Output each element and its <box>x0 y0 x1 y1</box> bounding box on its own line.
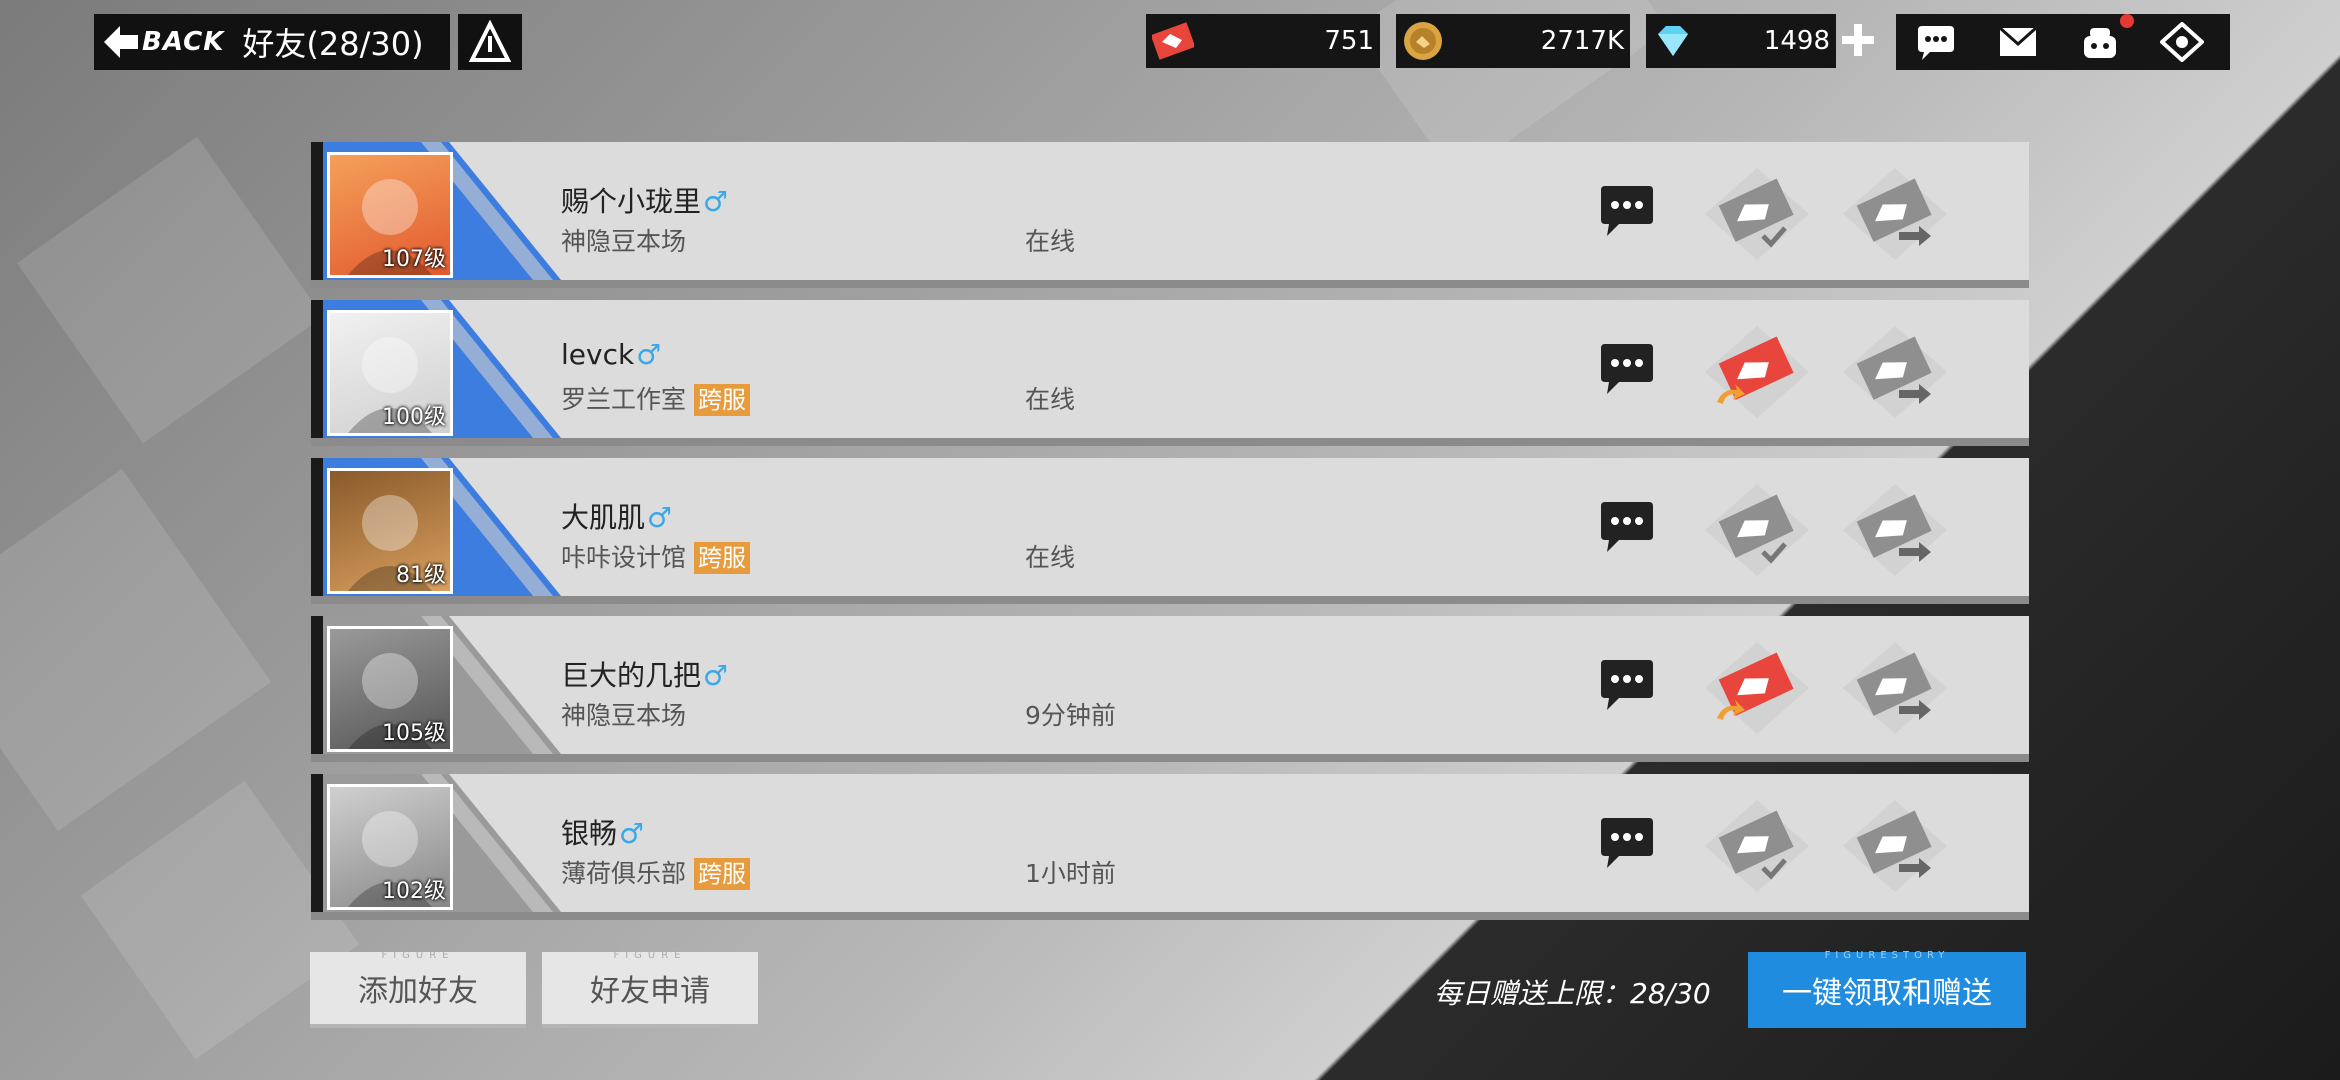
friend-row[interactable]: 107级 赐个小珑里♂ 神隐豆本场 在线 <box>311 142 2029 288</box>
handshake-icon <box>1152 22 1194 60</box>
avatar[interactable]: 102级 <box>327 784 453 910</box>
back-arrow-icon <box>104 26 138 58</box>
friend-name-text: 巨大的几把 <box>561 659 702 692</box>
info-button[interactable] <box>458 14 522 70</box>
diamond-value: 1498 <box>1763 26 1830 56</box>
avatar[interactable]: 81级 <box>327 468 453 594</box>
male-icon: ♂ <box>703 185 729 218</box>
gold-value: 2717K <box>1540 26 1624 56</box>
gold-coins: 2717K <box>1396 14 1630 68</box>
add-friend-label: 添加好友 <box>358 974 478 1009</box>
chat-bubble-icon[interactable] <box>1597 816 1657 872</box>
friend-name-text: 赐个小珑里 <box>561 185 702 218</box>
receive-gift-button[interactable] <box>1701 796 1813 896</box>
online-status: 在线 <box>1025 227 1076 256</box>
button-subtitle: FIGURESTORY <box>1824 950 1950 961</box>
chat-bubble-icon[interactable] <box>1597 342 1657 398</box>
notification-dot <box>2120 14 2134 28</box>
online-status: 在线 <box>1025 543 1076 572</box>
receive-gift-button[interactable] <box>1701 164 1813 264</box>
friend-level: 100级 <box>382 405 446 430</box>
friend-name-text: levck <box>561 338 635 371</box>
friend-requests-label: 好友申请 <box>590 974 710 1009</box>
male-icon: ♂ <box>619 817 645 850</box>
back-label: BACK <box>142 27 225 57</box>
friend-club: 咔咔设计馆 跨服 <box>561 538 751 574</box>
avatar[interactable]: 100级 <box>327 310 453 436</box>
friend-club: 神隐豆本场 <box>561 222 686 258</box>
friend-row[interactable]: 105级 巨大的几把♂ 神隐豆本场 9分钟前 <box>311 616 2029 762</box>
gift-icon[interactable] <box>2078 22 2122 62</box>
cross-server-badge: 跨服 <box>694 384 751 416</box>
club-name: 薄荷俱乐部 <box>561 859 687 888</box>
info-triangle-icon <box>468 20 512 62</box>
friend-club: 神隐豆本场 <box>561 696 686 732</box>
friend-row[interactable]: 100级 levck♂ 罗兰工作室 跨服 在线 <box>311 300 2029 446</box>
friend-level: 102级 <box>382 879 446 904</box>
friend-level: 105级 <box>382 721 446 746</box>
send-gift-button[interactable] <box>1839 480 1951 580</box>
club-name: 咔咔设计馆 <box>561 543 687 572</box>
friend-name-text: 银畅 <box>561 817 618 850</box>
button-subtitle: FIGURE <box>613 950 687 961</box>
chat-bubble-icon[interactable] <box>1597 184 1657 240</box>
friendship-points: 751 <box>1146 14 1380 68</box>
receive-gift-button[interactable] <box>1701 322 1813 422</box>
club-name: 罗兰工作室 <box>561 385 687 414</box>
back-button[interactable]: BACK 好友(28/30) <box>94 14 450 70</box>
friend-level: 81级 <box>396 563 446 588</box>
friend-row[interactable]: 102级 银畅♂ 薄荷俱乐部 跨服 1小时前 <box>311 774 2029 920</box>
send-gift-button[interactable] <box>1839 638 1951 738</box>
chat-bubble-icon[interactable] <box>1597 500 1657 556</box>
receive-gift-button[interactable] <box>1701 638 1813 738</box>
male-icon: ♂ <box>647 501 673 534</box>
friend-club: 罗兰工作室 跨服 <box>561 380 751 416</box>
online-status: 1小时前 <box>1025 859 1116 888</box>
online-status: 在线 <box>1025 385 1076 414</box>
club-name: 神隐豆本场 <box>561 701 687 730</box>
top-bar: BACK 好友(28/30) 751 2717K 1498 <box>0 0 2340 80</box>
male-icon: ♂ <box>636 338 662 371</box>
add-friend-button[interactable]: FIGURE 添加好友 <box>310 950 526 1028</box>
gold-coin-icon <box>1404 22 1442 60</box>
page-title: 好友(28/30) <box>242 25 424 63</box>
cross-server-badge: 跨服 <box>694 542 751 574</box>
claim-and-send-all-label: 一键领取和赠送 <box>1782 976 1992 1011</box>
plus-icon[interactable] <box>1838 20 1878 60</box>
receive-gift-button[interactable] <box>1701 480 1813 580</box>
mail-icon[interactable] <box>1996 22 2040 62</box>
daily-gift-limit: 每日赠送上限：28/30 <box>1434 977 1711 1010</box>
send-gift-button[interactable] <box>1839 796 1951 896</box>
friend-name: 赐个小珑里♂ <box>561 180 728 220</box>
button-subtitle: FIGURE <box>381 950 455 961</box>
chat-bubble-icon[interactable] <box>1914 22 1958 62</box>
friend-name: 银畅♂ <box>561 812 644 852</box>
diamond-icon <box>1658 26 1688 56</box>
online-status: 9分钟前 <box>1025 701 1116 730</box>
friend-club: 薄荷俱乐部 跨服 <box>561 854 751 890</box>
chat-bubble-icon[interactable] <box>1597 658 1657 714</box>
friend-list: 107级 赐个小珑里♂ 神隐豆本场 在线 100级 levck♂ 罗兰工作室 跨… <box>311 142 2029 932</box>
top-icon-bar <box>1896 14 2230 70</box>
friend-name: levck♂ <box>561 338 661 371</box>
club-name: 神隐豆本场 <box>561 227 687 256</box>
cross-server-badge: 跨服 <box>694 858 751 890</box>
friend-name: 大肌肌♂ <box>561 496 672 536</box>
friend-name-text: 大肌肌 <box>561 501 646 534</box>
send-gift-button[interactable] <box>1839 164 1951 264</box>
settings-icon[interactable] <box>2160 22 2204 62</box>
male-icon: ♂ <box>703 659 729 692</box>
friend-level: 107级 <box>382 247 446 272</box>
friend-row[interactable]: 81级 大肌肌♂ 咔咔设计馆 跨服 在线 <box>311 458 2029 604</box>
friendship-value: 751 <box>1324 26 1374 56</box>
avatar[interactable]: 107级 <box>327 152 453 278</box>
diamonds: 1498 <box>1646 14 1836 68</box>
claim-and-send-all-button[interactable]: FIGURESTORY 一键领取和赠送 <box>1748 950 2026 1028</box>
avatar[interactable]: 105级 <box>327 626 453 752</box>
friend-requests-button[interactable]: FIGURE 好友申请 <box>542 950 758 1028</box>
send-gift-button[interactable] <box>1839 322 1951 422</box>
friend-name: 巨大的几把♂ <box>561 654 728 694</box>
